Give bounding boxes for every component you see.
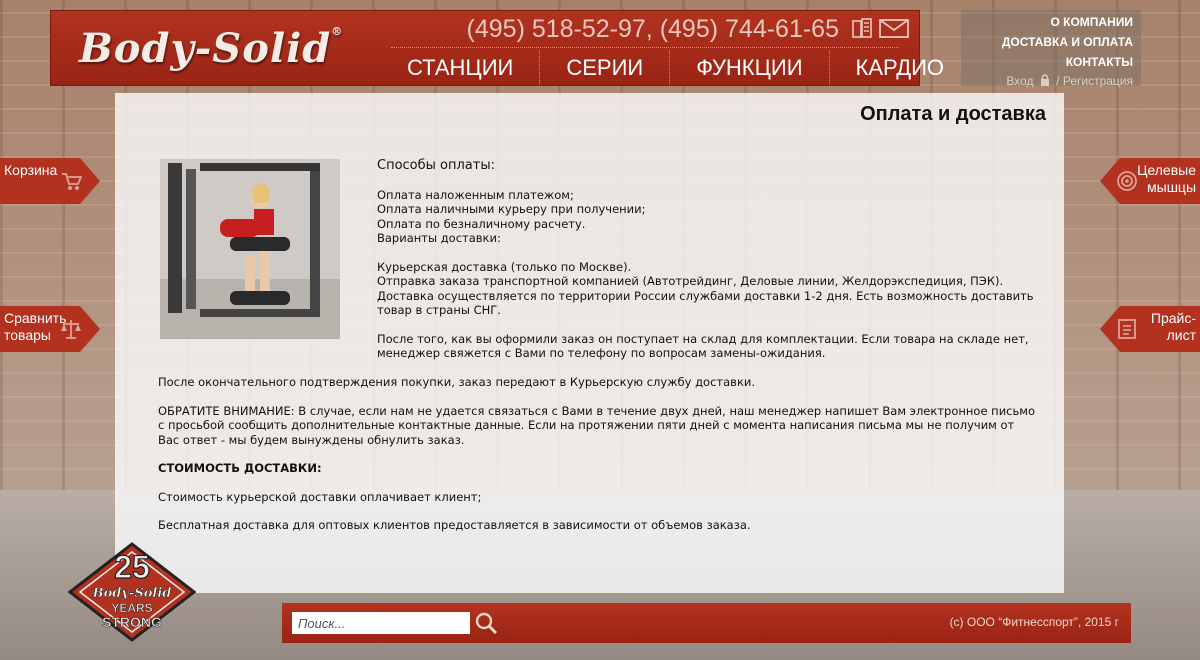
phone-icon [852,18,872,38]
confirm-note: После окончательного подтверждения покуп… [158,375,756,389]
delivery-options-list: Курьерская доставка (только по Москве). … [377,260,1037,318]
order-note: После того, как вы оформили заказ он пос… [377,331,1029,361]
product-photo [160,159,340,339]
compare-tab-label-1: Сравнить [4,310,67,326]
cart-tab-label: Корзина [4,162,58,178]
attention-note: ОБРАТИТЕ ВНИМАНИЕ: В случае, если нам не… [158,403,1035,447]
site-footer: (c) ООО “Фитнесспорт”, 2015 г [282,603,1131,643]
muscles-tab-label-2: мышцы [1147,179,1196,195]
delivery-line: Доставка осуществляется по территории Ро… [377,288,1034,318]
scales-icon [61,320,81,339]
payment-methods-heading: Способы оплаты: [377,158,495,173]
delivery-options-heading: Варианты доставки: [377,231,501,245]
cart-tab[interactable]: Корзина [0,158,100,204]
compare-tab-label-2: товары [4,327,51,343]
delivery-cost-client: Стоимость курьерской доставки оплачивает… [158,489,482,504]
auth-separator: / [1056,74,1060,88]
payment-methods-list: Оплата наложенным платежом; Оплата налич… [377,188,1037,246]
search-input[interactable] [292,612,470,634]
price-tab-label-2: лист [1166,327,1196,343]
delivery-terms: После окончательного подтверждения покуп… [158,375,1038,547]
badge-line-2: STRONG [102,614,162,630]
brand-logo[interactable]: Body-Solid® [79,25,343,72]
target-icon [1117,171,1137,191]
copyright: (c) ООО “Фитнесспорт”, 2015 г [949,615,1119,629]
delivery-payment-link[interactable]: ДОСТАВКА И ОПЛАТА [961,32,1133,52]
nav-functions[interactable]: ФУНКЦИИ [670,51,830,85]
phone-numbers: (495) 518-52-97, (495) 744-61-65 [466,15,839,43]
contacts-link[interactable]: КОНТАКТЫ [961,52,1133,72]
lock-icon [1040,74,1049,86]
nav-stations[interactable]: СТАНЦИИ [381,51,541,85]
info-panel: О КОМПАНИИ ДОСТАВКА И ОПЛАТА КОНТАКТЫ Вх… [961,10,1141,88]
price-tab-label-1: Прайс- [1150,310,1196,326]
target-muscles-tab[interactable]: Целевые мышцы [1100,158,1200,204]
muscles-tab-label-1: Целевые [1137,162,1196,178]
delivery-line: Курьерская доставка (только по Москве). [377,259,632,274]
page-title: Оплата и доставка [860,103,1046,125]
payment-line: Оплата наличными курьеру при получении; [377,202,646,216]
cart-icon [62,173,82,190]
register-link[interactable]: Регистрация [1063,74,1133,88]
delivery-line: Отправка заказа транспортной компанией (… [377,274,1004,288]
anniversary-badge: 25 Body-Solid YEARS STRONG [68,542,196,642]
logo-registered-mark: ® [331,25,344,38]
main-nav: СТАНЦИИ СЕРИИ ФУНКЦИИ КАРДИО [381,51,970,85]
delivery-cost-wholesale: Бесплатная доставка для оптовых клиентов… [158,518,751,532]
payment-line: Оплата по безналичному расчету. [377,216,586,231]
search-icon[interactable] [474,611,498,635]
compare-tab[interactable]: Сравнить товары [0,306,100,352]
mail-icon[interactable] [879,17,909,39]
login-link[interactable]: Вход [1006,74,1033,88]
badge-number: 25 [114,549,150,585]
header-divider [391,47,899,48]
badge-line-1: YEARS [111,601,152,615]
badge-brand: Body-Solid [92,586,172,601]
about-link[interactable]: О КОМПАНИИ [961,12,1133,32]
nav-series[interactable]: СЕРИИ [540,51,671,85]
payment-line: Оплата наложенным платежом; [377,187,574,202]
price-list-icon [1118,319,1136,339]
site-header: Body-Solid® (495) 518-52-97, (495) 744-6… [50,10,944,86]
delivery-cost-heading: СТОИМОСТЬ ДОСТАВКИ: [158,461,322,475]
price-list-tab[interactable]: Прайс- лист [1100,306,1200,352]
auth-links: Вход / Регистрация [961,72,1133,90]
nav-cardio[interactable]: КАРДИО [830,51,971,85]
logo-text: Body-Solid [79,25,332,72]
content-panel: Оплата и доставка Способы оплаты: Оплата… [115,93,1064,593]
payment-delivery-text: Способы оплаты: Оплата наложенным платеж… [377,158,1037,375]
